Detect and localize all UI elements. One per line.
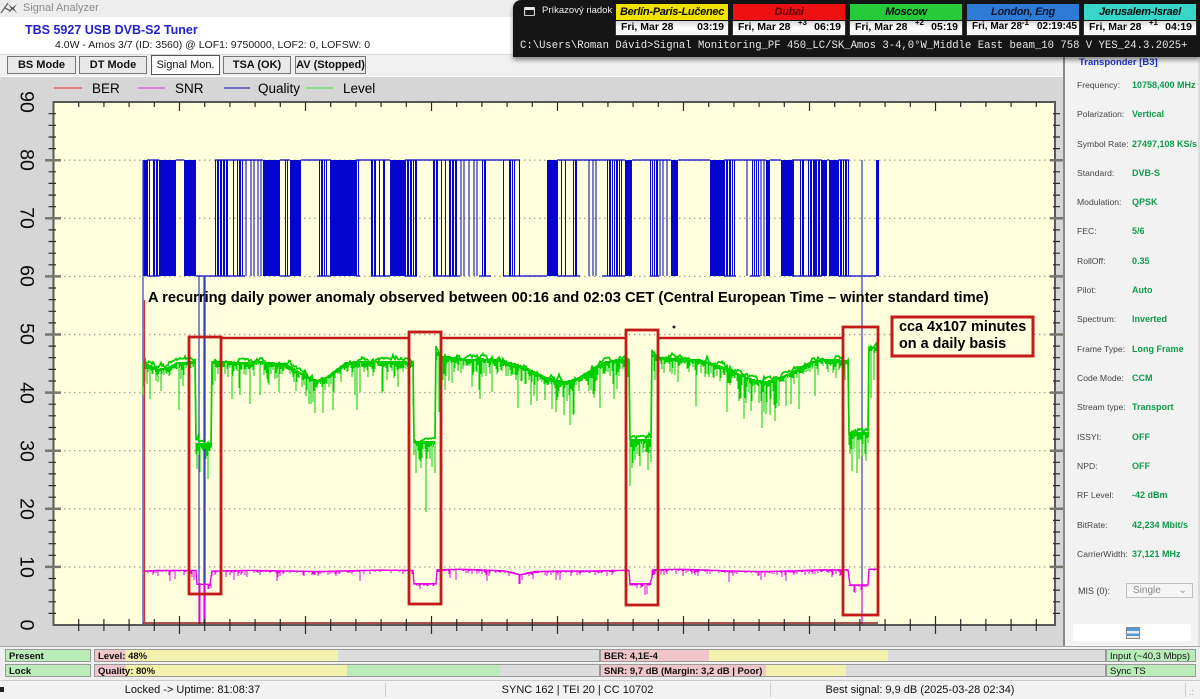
svg-text:90: 90 <box>16 91 38 113</box>
svg-text:40: 40 <box>16 382 38 404</box>
svg-text:BER: BER <box>92 81 120 96</box>
svg-text:0: 0 <box>16 620 38 631</box>
svg-text:50: 50 <box>16 323 38 345</box>
svg-text:on a daily basis: on a daily basis <box>899 336 1006 352</box>
svg-text:A recurring daily power anomal: A recurring daily power anomaly observed… <box>148 290 989 306</box>
svg-text:Level: Level <box>343 81 375 96</box>
svg-text:70: 70 <box>16 207 38 229</box>
svg-text:SNR: SNR <box>175 81 204 96</box>
svg-text:10: 10 <box>16 556 38 578</box>
svg-text:cca 4x107 minutes: cca 4x107 minutes <box>899 319 1026 335</box>
svg-text:20: 20 <box>16 498 38 520</box>
svg-text:30: 30 <box>16 440 38 462</box>
svg-text:Quality: Quality <box>258 81 300 96</box>
svg-text:60: 60 <box>16 265 38 287</box>
svg-text:80: 80 <box>16 149 38 171</box>
